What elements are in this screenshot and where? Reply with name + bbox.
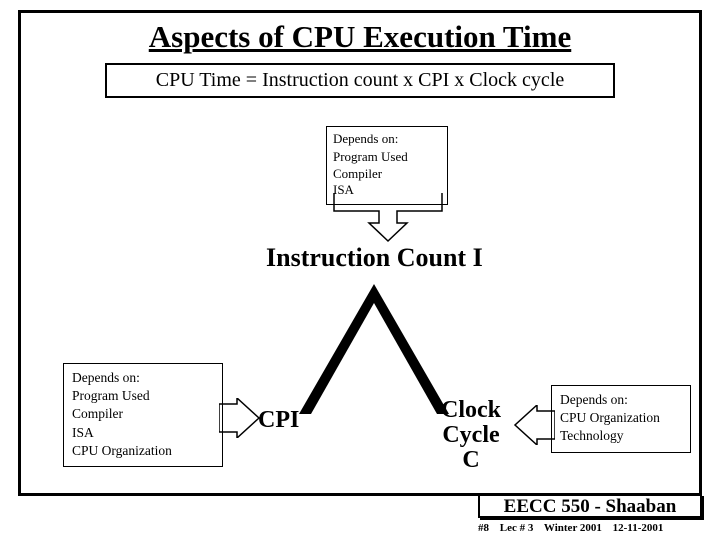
depends-heading: Depends on: bbox=[560, 391, 682, 409]
depends-heading: Depends on: bbox=[72, 369, 214, 387]
depends-box-cpi: Depends on: Program Used Compiler ISA CP… bbox=[63, 363, 223, 467]
page-number: #8 bbox=[478, 522, 489, 534]
footer-meta: #8 Lec # 3 Winter 2001 12-11-2001 bbox=[478, 522, 702, 534]
instruction-count-label: Instruction Count I bbox=[266, 243, 483, 273]
depends-line: CPU Organization bbox=[560, 409, 682, 427]
down-bracket-arrow-icon bbox=[329, 193, 447, 243]
depends-line: Compiler bbox=[333, 166, 441, 182]
right-arrow-icon bbox=[219, 398, 263, 438]
clock-cycle-label: Clock Cycle C bbox=[426, 398, 516, 474]
depends-line: Program Used bbox=[333, 149, 441, 165]
date-label: 12-11-2001 bbox=[613, 522, 664, 534]
footer-course-box: EECC 550 - Shaaban bbox=[478, 494, 702, 518]
cpi-label: CPI bbox=[258, 408, 299, 433]
depends-line: ISA bbox=[72, 424, 214, 442]
depends-heading: Depends on: bbox=[333, 131, 441, 147]
formula-box: CPU Time = Instruction count x CPI x Clo… bbox=[105, 63, 615, 98]
slide-frame: Aspects of CPU Execution Time CPU Time =… bbox=[18, 10, 702, 496]
triangle-inner bbox=[311, 303, 437, 414]
term-label: Winter 2001 bbox=[544, 522, 602, 534]
lecture-number: Lec # 3 bbox=[500, 522, 534, 534]
depends-line: Program Used bbox=[72, 387, 214, 405]
depends-line: Compiler bbox=[72, 405, 214, 423]
page-title: Aspects of CPU Execution Time bbox=[21, 19, 699, 55]
depends-line: Technology bbox=[560, 427, 682, 445]
depends-line: CPU Organization bbox=[72, 442, 214, 460]
depends-box-clock: Depends on: CPU Organization Technology bbox=[551, 385, 691, 453]
left-arrow-icon bbox=[511, 405, 555, 445]
